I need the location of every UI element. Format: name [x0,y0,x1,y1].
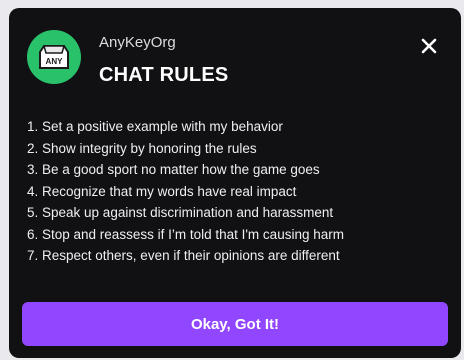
chat-rules-modal: ANY AnyKeyOrg CHAT RULES 1. Set a positi… [9,8,461,358]
logo-text: ANY [46,57,64,66]
rules-list: 1. Set a positive example with my behavi… [27,116,447,267]
rule-item: 7. Respect others, even if their opinion… [27,248,340,263]
rule-item: 2. Show integrity by honoring the rules [27,140,257,156]
close-icon [421,38,437,54]
rule-item: 6. Stop and reassess if I’m told that I'… [27,226,344,242]
modal-header: ANY AnyKeyOrg CHAT RULES [27,30,443,90]
keyboard-key-icon: ANY [39,45,69,69]
close-button[interactable] [415,32,443,60]
anykey-logo: ANY [27,30,81,84]
rule-item: 3. Be a good sport no matter how the gam… [27,162,320,177]
rule-item: 5. Speak up against discrimination and h… [27,205,334,220]
rule-item: 1. Set a positive example with my behavi… [27,119,283,134]
okay-got-it-button[interactable]: Okay, Got It! [22,302,448,346]
modal-title: CHAT RULES [99,64,229,86]
rule-item: 4. Recognize that my words have real imp… [27,183,297,199]
org-name: AnyKeyOrg [99,34,176,51]
